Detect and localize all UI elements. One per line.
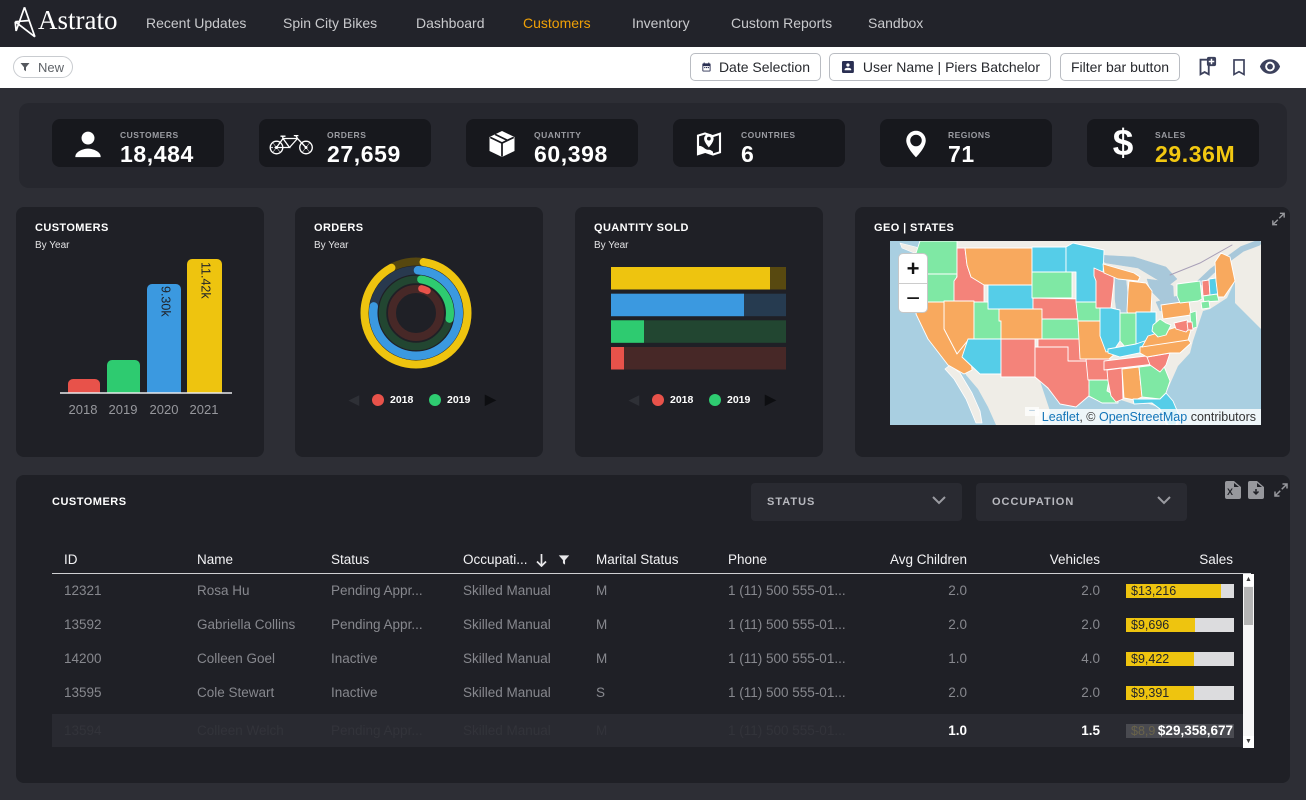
svg-text:2021: 2021 bbox=[190, 402, 219, 417]
svg-text:X: X bbox=[1227, 487, 1233, 497]
svg-text:2020: 2020 bbox=[150, 402, 179, 417]
svg-text:2018: 2018 bbox=[69, 402, 98, 417]
svg-text:11.42k: 11.42k bbox=[199, 262, 213, 299]
svg-text:2019: 2019 bbox=[109, 402, 138, 417]
svg-text:9.30k: 9.30k bbox=[159, 286, 173, 317]
